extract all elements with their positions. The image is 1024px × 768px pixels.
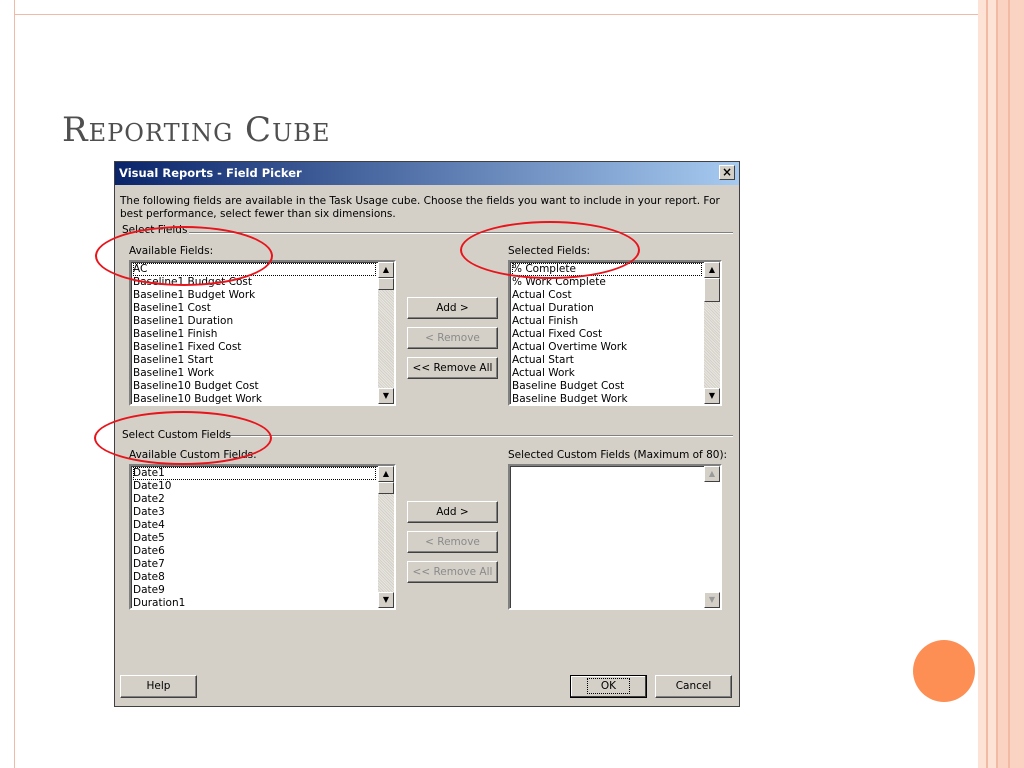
slide-stripe	[978, 0, 986, 768]
available-custom-fields-scrollbar[interactable]: ▲ ▼	[378, 466, 394, 608]
selected-custom-fields-scrollbar: ▲ ▼	[704, 466, 720, 608]
available-fields-label: Available Fields:	[129, 245, 214, 257]
list-item[interactable]: Date9	[133, 584, 376, 597]
slide-stripe	[1008, 0, 1010, 768]
list-item[interactable]: Date10	[133, 480, 376, 493]
selected-fields-items: % Complete% Work Complete Actual Cost Actu…	[512, 263, 702, 404]
list-item[interactable]: Baseline1 Fixed Cost	[133, 341, 376, 354]
slide-frame-top	[14, 14, 978, 15]
scroll-up-icon[interactable]: ▲	[378, 466, 394, 482]
available-fields-items: AC Baseline1 Budget Cost Baseline1 Budget …	[133, 263, 376, 404]
list-item[interactable]: Baseline Budget Work	[512, 393, 702, 404]
add-field-button[interactable]: Add >	[407, 297, 498, 319]
selected-fields-label: Selected Fields:	[508, 245, 591, 257]
scroll-thumb[interactable]	[378, 278, 394, 290]
list-item[interactable]: Date2	[133, 493, 376, 506]
list-item[interactable]: Actual Cost	[512, 289, 702, 302]
scroll-down-icon[interactable]: ▼	[704, 388, 720, 404]
list-item[interactable]: Actual Start	[512, 354, 702, 367]
available-custom-fields-label: Available Custom Fields:	[129, 449, 257, 461]
list-item[interactable]: Duration1	[133, 597, 376, 608]
list-item[interactable]: Actual Overtime Work	[512, 341, 702, 354]
list-item[interactable]: AC	[133, 263, 376, 276]
dialog-titlebar[interactable]: Visual Reports - Field Picker ×	[115, 162, 739, 185]
available-fields-list[interactable]: AC Baseline1 Budget Cost Baseline1 Budget …	[129, 260, 396, 406]
list-item[interactable]: Baseline1 Cost	[133, 302, 376, 315]
list-item[interactable]: Baseline10 Budget Work	[133, 393, 376, 404]
list-item[interactable]: Baseline1 Work	[133, 367, 376, 380]
field-picker-dialog: Visual Reports - Field Picker × The foll…	[114, 161, 740, 707]
list-item[interactable]: Date8	[133, 571, 376, 584]
select-custom-fields-group-label: Select Custom Fields	[122, 429, 231, 441]
list-item[interactable]: Date3	[133, 506, 376, 519]
available-fields-scrollbar[interactable]: ▲ ▼	[378, 262, 394, 404]
selected-fields-list[interactable]: % Complete% Work Complete Actual Cost Actu…	[508, 260, 722, 406]
slide-stripe	[998, 0, 1024, 768]
list-item[interactable]: Date4	[133, 519, 376, 532]
list-item[interactable]: % Complete	[512, 263, 702, 276]
add-custom-field-button[interactable]: Add >	[407, 501, 498, 523]
list-item[interactable]: Baseline1 Duration	[133, 315, 376, 328]
dialog-title: Visual Reports - Field Picker	[119, 166, 302, 180]
list-item[interactable]: Actual Work	[512, 367, 702, 380]
scroll-thumb[interactable]	[704, 278, 720, 302]
cancel-button[interactable]: Cancel	[655, 675, 732, 698]
selected-custom-fields-label: Selected Custom Fields (Maximum of 80):	[508, 449, 728, 461]
ok-button-label: OK	[586, 678, 631, 694]
remove-all-fields-button[interactable]: << Remove All	[407, 357, 498, 379]
list-item[interactable]: Baseline10 Budget Cost	[133, 380, 376, 393]
list-item[interactable]: Date1	[133, 467, 376, 480]
scroll-up-icon[interactable]: ▲	[704, 262, 720, 278]
close-icon[interactable]: ×	[719, 165, 735, 180]
list-item[interactable]: Date6	[133, 545, 376, 558]
scroll-thumb[interactable]	[378, 482, 394, 494]
dialog-intro-text: The following fields are available in th…	[120, 195, 720, 220]
scroll-down-icon: ▼	[704, 592, 720, 608]
remove-custom-field-button[interactable]: < Remove	[407, 531, 498, 553]
select-fields-group-label: Select Fields	[122, 224, 190, 236]
remove-all-custom-fields-button[interactable]: << Remove All	[407, 561, 498, 583]
list-item[interactable]: Actual Fixed Cost	[512, 328, 702, 341]
decorative-orange-circle	[913, 640, 975, 702]
help-button[interactable]: Help	[120, 675, 197, 698]
selected-custom-fields-list[interactable]: ▲ ▼	[508, 464, 722, 610]
scroll-up-icon: ▲	[704, 466, 720, 482]
list-item[interactable]: Date5	[133, 532, 376, 545]
available-custom-fields-list[interactable]: Date1 Date10 Date2 Date3 Date4 Date5 Date6 Date…	[129, 464, 396, 610]
list-item[interactable]: Baseline1 Start	[133, 354, 376, 367]
list-item[interactable]: Baseline1 Budget Cost	[133, 276, 376, 289]
list-item[interactable]: Actual Duration	[512, 302, 702, 315]
group-separator	[225, 435, 733, 437]
list-item[interactable]: % Work Complete	[512, 276, 702, 289]
list-item[interactable]: Date7	[133, 558, 376, 571]
list-item[interactable]: Baseline1 Finish	[133, 328, 376, 341]
slide-title: Reporting Cube	[62, 110, 331, 150]
scroll-down-icon[interactable]: ▼	[378, 592, 394, 608]
group-separator	[173, 232, 733, 234]
list-item[interactable]: Actual Finish	[512, 315, 702, 328]
slide-stripe	[988, 0, 996, 768]
scroll-up-icon[interactable]: ▲	[378, 262, 394, 278]
remove-field-button[interactable]: < Remove	[407, 327, 498, 349]
ok-button[interactable]: OK	[570, 675, 647, 698]
available-custom-fields-items: Date1 Date10 Date2 Date3 Date4 Date5 Date6 Date…	[133, 467, 376, 608]
list-item[interactable]: Baseline Budget Cost	[512, 380, 702, 393]
slide-frame-left	[14, 0, 15, 768]
selected-fields-scrollbar[interactable]: ▲ ▼	[704, 262, 720, 404]
list-item[interactable]: Baseline1 Budget Work	[133, 289, 376, 302]
scroll-down-icon[interactable]: ▼	[378, 388, 394, 404]
